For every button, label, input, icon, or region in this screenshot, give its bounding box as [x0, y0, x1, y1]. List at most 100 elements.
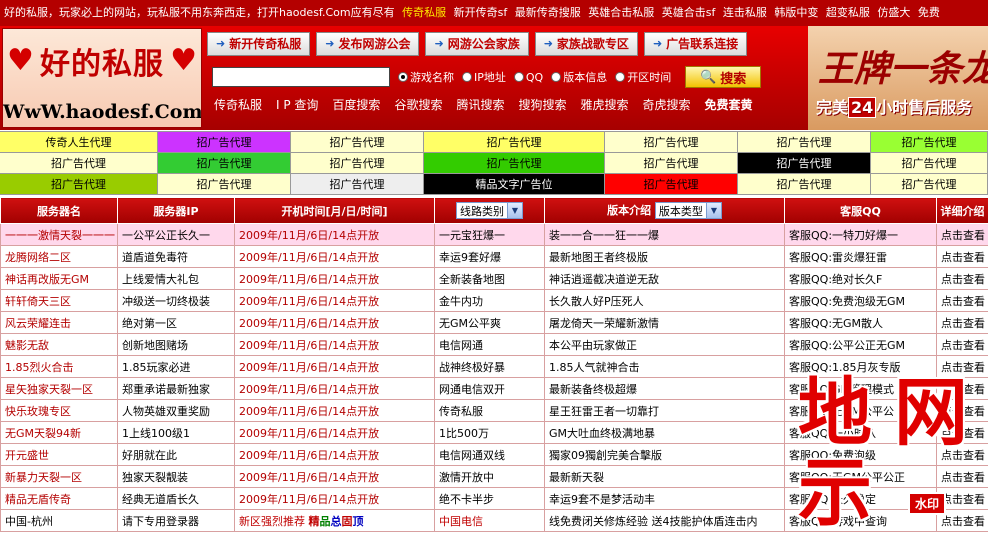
server-line: 金牛内功: [434, 289, 545, 312]
ad-link[interactable]: 招广告代理: [424, 132, 605, 152]
server-name[interactable]: 精品无盾传奇: [0, 487, 118, 510]
col-header-ip: 服务器IP: [117, 197, 235, 224]
server-detail-link[interactable]: 点击查看: [936, 465, 988, 488]
server-detail-link[interactable]: 点击查看: [936, 487, 988, 510]
server-name[interactable]: 快乐玫瑰专区: [0, 399, 118, 422]
server-version: 最新装备终极超爆: [544, 377, 785, 400]
server-detail-link[interactable]: 点击查看: [936, 267, 988, 290]
ad-link[interactable]: 传奇人生代理: [0, 132, 158, 152]
ad-link[interactable]: 招广告代理: [0, 174, 158, 194]
server-detail-link[interactable]: 点击查看: [936, 333, 988, 356]
server-name[interactable]: 龙腾网络二区: [0, 245, 118, 268]
server-name[interactable]: 无GM天裂94新: [0, 421, 118, 444]
search-input[interactable]: [212, 67, 390, 87]
nav-guild-family[interactable]: ➜ 网游公会家族: [425, 32, 529, 56]
server-name[interactable]: 星矢独家天裂一区: [0, 377, 118, 400]
quick-link-free-package[interactable]: 免费套黄: [705, 96, 753, 113]
marquee-item[interactable]: 英雄合击私服: [588, 6, 654, 19]
server-name[interactable]: 中国-杭州: [0, 509, 118, 532]
ad-link[interactable]: 招广告代理: [605, 132, 738, 152]
search-option-open-time[interactable]: 开区时间: [615, 69, 671, 85]
server-qq: 客服QQ:绝对长久F: [784, 267, 937, 290]
server-detail-link[interactable]: 点击查看: [936, 377, 988, 400]
server-detail-link[interactable]: 点击查看: [936, 223, 988, 246]
marquee-item[interactable]: 传奇私服: [402, 6, 446, 19]
quick-link[interactable]: I P 查询: [276, 96, 318, 113]
site-logo[interactable]: ♥ ♥ 好的私服 WwW.haodesf.Com: [2, 28, 202, 128]
quick-link[interactable]: 腾讯搜索: [456, 96, 504, 113]
ad-link[interactable]: 招广告代理: [291, 174, 424, 194]
marquee-item[interactable]: 英雄合击sf: [662, 6, 716, 19]
marquee-intro: 好的私服，玩家必上的网站，玩私服不用东奔西走，打开haodesf.Com应有尽有: [4, 6, 395, 19]
server-name[interactable]: 魅影无敌: [0, 333, 118, 356]
server-qq: 客服QQ:无GM公平公正: [784, 465, 937, 488]
search-bar: 游戏名称 IP地址 QQ 版本信息 开区时间 🔍 搜索: [212, 66, 762, 88]
ad-link[interactable]: 招广告代理: [738, 132, 871, 152]
server-name[interactable]: 轩轩倚天三区: [0, 289, 118, 312]
ad-link[interactable]: 招广告代理: [158, 132, 291, 152]
ad-link[interactable]: 招广告代理: [871, 132, 988, 152]
server-detail-link[interactable]: 点击查看: [936, 509, 988, 532]
server-name[interactable]: 1.85烈火合击: [0, 355, 118, 378]
nav-new-servers[interactable]: ➜ 新开传奇私服: [207, 32, 311, 56]
ad-link[interactable]: 招广告代理: [605, 153, 738, 173]
nav-publish-guild[interactable]: ➜ 发布网游公会: [316, 32, 420, 56]
line-type-select[interactable]: 线路类别 ▼: [456, 202, 523, 219]
ad-link[interactable]: 招广告代理: [158, 174, 291, 194]
search-option-game-name[interactable]: 游戏名称: [398, 69, 454, 85]
search-option-qq[interactable]: QQ: [513, 71, 543, 84]
quick-link[interactable]: 搜狗搜索: [518, 96, 566, 113]
ad-grid-row: 招广告代理 招广告代理 招广告代理 招广告代理 招广告代理 招广告代理 招广告代理: [0, 153, 988, 174]
marquee-item[interactable]: 仿盛大: [877, 6, 910, 19]
nav-family-zone[interactable]: ➜ 家族战歌专区: [534, 32, 638, 56]
marquee-item[interactable]: 最新传奇搜服: [515, 6, 581, 19]
server-detail-link[interactable]: 点击查看: [936, 421, 988, 444]
version-type-select[interactable]: 版本类型 ▼: [654, 202, 722, 220]
marquee-item[interactable]: 超变私服: [826, 6, 870, 19]
server-name[interactable]: 神话再改版无GM: [0, 267, 118, 290]
promo-char: 总: [330, 514, 342, 528]
server-ip: 一公平公正长久一: [117, 223, 235, 246]
nav-label: 发布网游公会: [338, 37, 411, 51]
server-name[interactable]: 新暴力天裂一区: [0, 465, 118, 488]
ad-banner[interactable]: 王牌一条龙 完美 24 小时售后服务: [808, 26, 988, 130]
server-qq: 客服QQ:一小时八: [784, 421, 937, 444]
quick-link[interactable]: 雅虎搜索: [580, 96, 628, 113]
ad-link[interactable]: 招广告代理: [605, 174, 738, 194]
marquee-item[interactable]: 连击私服: [723, 6, 767, 19]
server-name[interactable]: 风云荣耀连击: [0, 311, 118, 334]
ad-link[interactable]: 招广告代理: [871, 153, 988, 173]
server-detail-link[interactable]: 点击查看: [936, 311, 988, 334]
server-detail-link[interactable]: 点击查看: [936, 289, 988, 312]
ad-link[interactable]: 招广告代理: [738, 153, 871, 173]
promo-char: 顶: [352, 514, 364, 528]
server-name[interactable]: 开元盛世: [0, 443, 118, 466]
quick-link[interactable]: 奇虎搜索: [643, 96, 691, 113]
search-button[interactable]: 🔍 搜索: [685, 66, 762, 88]
table-row: 无GM天裂94新 1上线100级1 2009年/11月/6日/14点开放 1比500万…: [0, 421, 988, 444]
search-option-version[interactable]: 版本信息: [551, 69, 607, 85]
marquee-item[interactable]: 韩版中变: [774, 6, 818, 19]
server-detail-link[interactable]: 点击查看: [936, 245, 988, 268]
server-detail-link[interactable]: 点击查看: [936, 355, 988, 378]
radio-icon: [615, 72, 626, 82]
ad-link[interactable]: 精品文字广告位: [424, 174, 605, 194]
search-option-ip[interactable]: IP地址: [462, 69, 506, 85]
ad-link[interactable]: 招广告代理: [291, 153, 424, 173]
ad-link[interactable]: 招广告代理: [158, 153, 291, 173]
marquee-item[interactable]: 新开传奇sf: [454, 6, 508, 19]
server-detail-link[interactable]: 点击查看: [936, 399, 988, 422]
ad-link[interactable]: 招广告代理: [424, 153, 605, 173]
nav-ad-contact[interactable]: ➜ 广告联系连接: [643, 32, 748, 56]
ad-link[interactable]: 招广告代理: [291, 132, 424, 152]
quick-link[interactable]: 传奇私服: [214, 96, 262, 113]
server-time: 2009年/11月/6日/14点开放: [234, 355, 435, 378]
ad-link[interactable]: 招广告代理: [0, 153, 158, 173]
server-detail-link[interactable]: 点击查看: [936, 443, 988, 466]
server-name[interactable]: 一一一激情天裂一一一: [0, 223, 118, 246]
ad-link[interactable]: 招广告代理: [871, 174, 988, 194]
quick-link[interactable]: 百度搜索: [332, 96, 380, 113]
marquee-item[interactable]: 免费: [918, 6, 940, 19]
quick-link[interactable]: 谷歌搜索: [394, 96, 442, 113]
ad-link[interactable]: 招广告代理: [738, 174, 871, 194]
